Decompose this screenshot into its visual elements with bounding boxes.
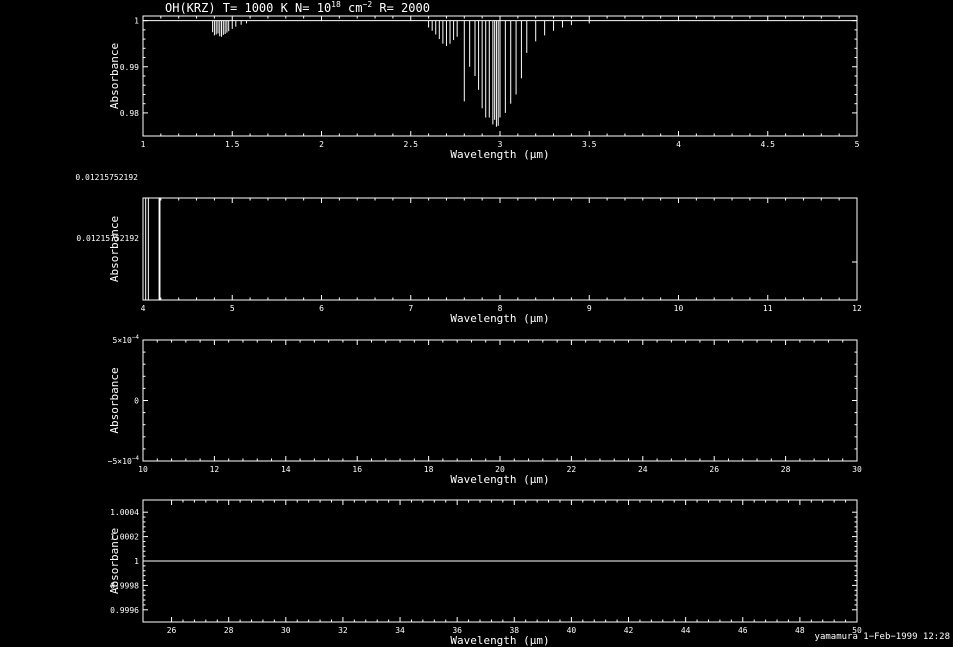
y-tick-label: −5×10−4 — [108, 455, 140, 466]
x-tick-label: 10 — [138, 465, 148, 474]
y-tick-label: 0.01215752192 — [76, 234, 139, 243]
y-tick-label: 1 — [134, 17, 139, 26]
x-tick-label: 48 — [795, 626, 805, 635]
y-tick-label: 0.99 — [120, 63, 139, 72]
figure-title: OH(KRZ) T= 1000 K N= 1018 cm−2 R= 2000 — [165, 0, 430, 15]
x-tick-label: 11 — [763, 304, 773, 313]
x-tick-label: 32 — [338, 626, 348, 635]
x-axis-label: Wavelength (μm) — [450, 634, 549, 647]
x-tick-label: 26 — [709, 465, 719, 474]
title-unit: cm — [341, 1, 363, 15]
y-tick-label: 1 — [134, 557, 139, 566]
x-tick-label: 44 — [681, 626, 691, 635]
title-prefix: OH(KRZ) T= 1000 K N= 10 — [165, 1, 331, 15]
y-tick-exponent: −4 — [132, 455, 140, 462]
x-tick-label: 28 — [781, 465, 791, 474]
x-tick-label: 10 — [674, 304, 684, 313]
x-tick-label: 46 — [738, 626, 748, 635]
x-tick-label: 4 — [141, 304, 146, 313]
y-tick-label: 5×10−4 — [113, 334, 140, 345]
panel-4-far-ir-long: 26 28 30 32 34 36 38 40 42 44 46 48 501.00041.000210… — [108, 499, 862, 647]
y-tick-label: 0.98 — [120, 109, 139, 118]
y-tick-exponent: −4 — [132, 334, 140, 341]
title-exponent-2: −2 — [363, 0, 373, 9]
x-tick-label: 22 — [567, 465, 577, 474]
x-tick-label: 12 — [210, 465, 220, 474]
x-tick-label: 3.5 — [582, 140, 597, 149]
x-tick-label: 2.5 — [404, 140, 419, 149]
x-tick-label: 30 — [852, 465, 862, 474]
x-tick-label: 28 — [224, 626, 234, 635]
panel-3-far-ir: 10 12 14 16 18 20 22 24 26 28 305×10−40−5×10−4Wave… — [108, 334, 862, 486]
x-axis-label: Wavelength (μm) — [450, 312, 549, 325]
title-suffix: R= 2000 — [372, 1, 430, 15]
x-tick-label: 16 — [352, 465, 362, 474]
x-tick-label: 7 — [408, 304, 413, 313]
title-exponent: 18 — [331, 0, 341, 9]
x-tick-label: 24 — [638, 465, 648, 474]
y-axis-label: Absorbance — [108, 43, 121, 109]
plot-frame — [142, 339, 858, 462]
x-tick-label: 5 — [230, 304, 235, 313]
x-tick-label: 14 — [281, 465, 291, 474]
x-tick-label: 5 — [855, 140, 860, 149]
y-axis-label: Absorbance — [108, 216, 121, 282]
y-tick-label: 1.0004 — [110, 508, 139, 517]
y-axis-label: Absorbance — [108, 367, 121, 433]
x-tick-label: 18 — [424, 465, 434, 474]
x-tick-label: 40 — [567, 626, 577, 635]
x-axis-label: Wavelength (μm) — [450, 473, 549, 486]
x-tick-label: 4.5 — [761, 140, 776, 149]
x-tick-label: 2 — [319, 140, 324, 149]
x-tick-label: 1.5 — [225, 140, 240, 149]
plot-frame — [142, 197, 858, 301]
y-tick-label: 0 — [134, 397, 139, 406]
x-tick-label: 26 — [167, 626, 177, 635]
figure-canvas: OH(KRZ) T= 1000 K N= 1018 cm−2 R= 2000 1… — [75, 0, 950, 647]
x-tick-label: 42 — [624, 626, 634, 635]
x-tick-label: 12 — [852, 304, 862, 313]
x-tick-label: 6 — [319, 304, 324, 313]
panel-1-near-ir: 1 1.5 2 2.5 3 3.5 4 4.5 510.990.98Wavelength (μm… — [108, 15, 860, 161]
footer-credit: yamamura 1−Feb−1999 12:28 — [815, 632, 950, 642]
panel-2-top-label: 0.01215752192 — [75, 173, 138, 182]
x-tick-label: 4 — [676, 140, 681, 149]
panel-2-mid-ir: 4 5 6 7 8 9 10 11 12Wavelength (μm)Absorbance0.0… — [76, 197, 862, 325]
x-tick-label: 34 — [395, 626, 405, 635]
x-tick-label: 30 — [281, 626, 291, 635]
y-tick-label: 0.9996 — [110, 606, 139, 615]
x-tick-label: 9 — [587, 304, 592, 313]
x-axis-label: Wavelength (μm) — [450, 148, 549, 161]
y-axis-label: Absorbance — [108, 528, 121, 594]
x-tick-label: 1 — [141, 140, 146, 149]
